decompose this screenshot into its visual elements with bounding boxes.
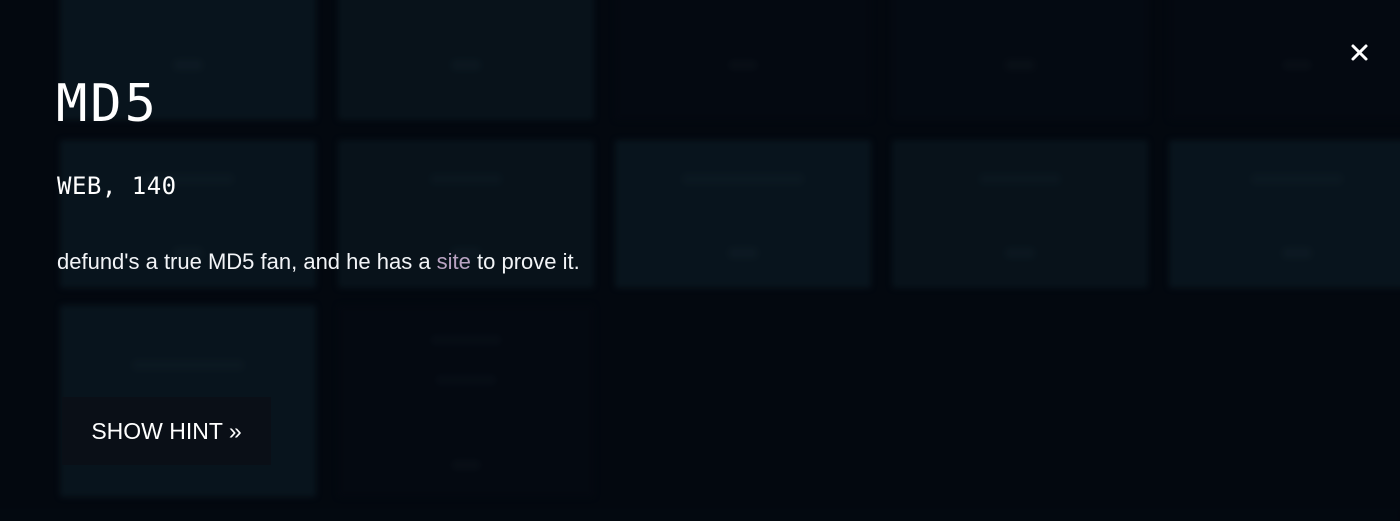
show-hint-button[interactable]: SHOW HINT » <box>62 397 271 465</box>
challenge-title: MD5 <box>56 74 159 134</box>
description-text-before: defund's a true MD5 fan, and he has a <box>57 249 437 274</box>
close-button[interactable] <box>1342 36 1376 70</box>
challenge-category-points: WEB, 140 <box>57 172 177 200</box>
description-text-after: to prove it. <box>470 249 580 274</box>
challenge-modal: MD5 WEB, 140 defund's a true MD5 fan, an… <box>0 0 1400 521</box>
challenge-description: defund's a true MD5 fan, and he has a si… <box>57 247 580 277</box>
site-link[interactable]: site <box>437 249 471 274</box>
close-icon <box>1351 44 1368 61</box>
